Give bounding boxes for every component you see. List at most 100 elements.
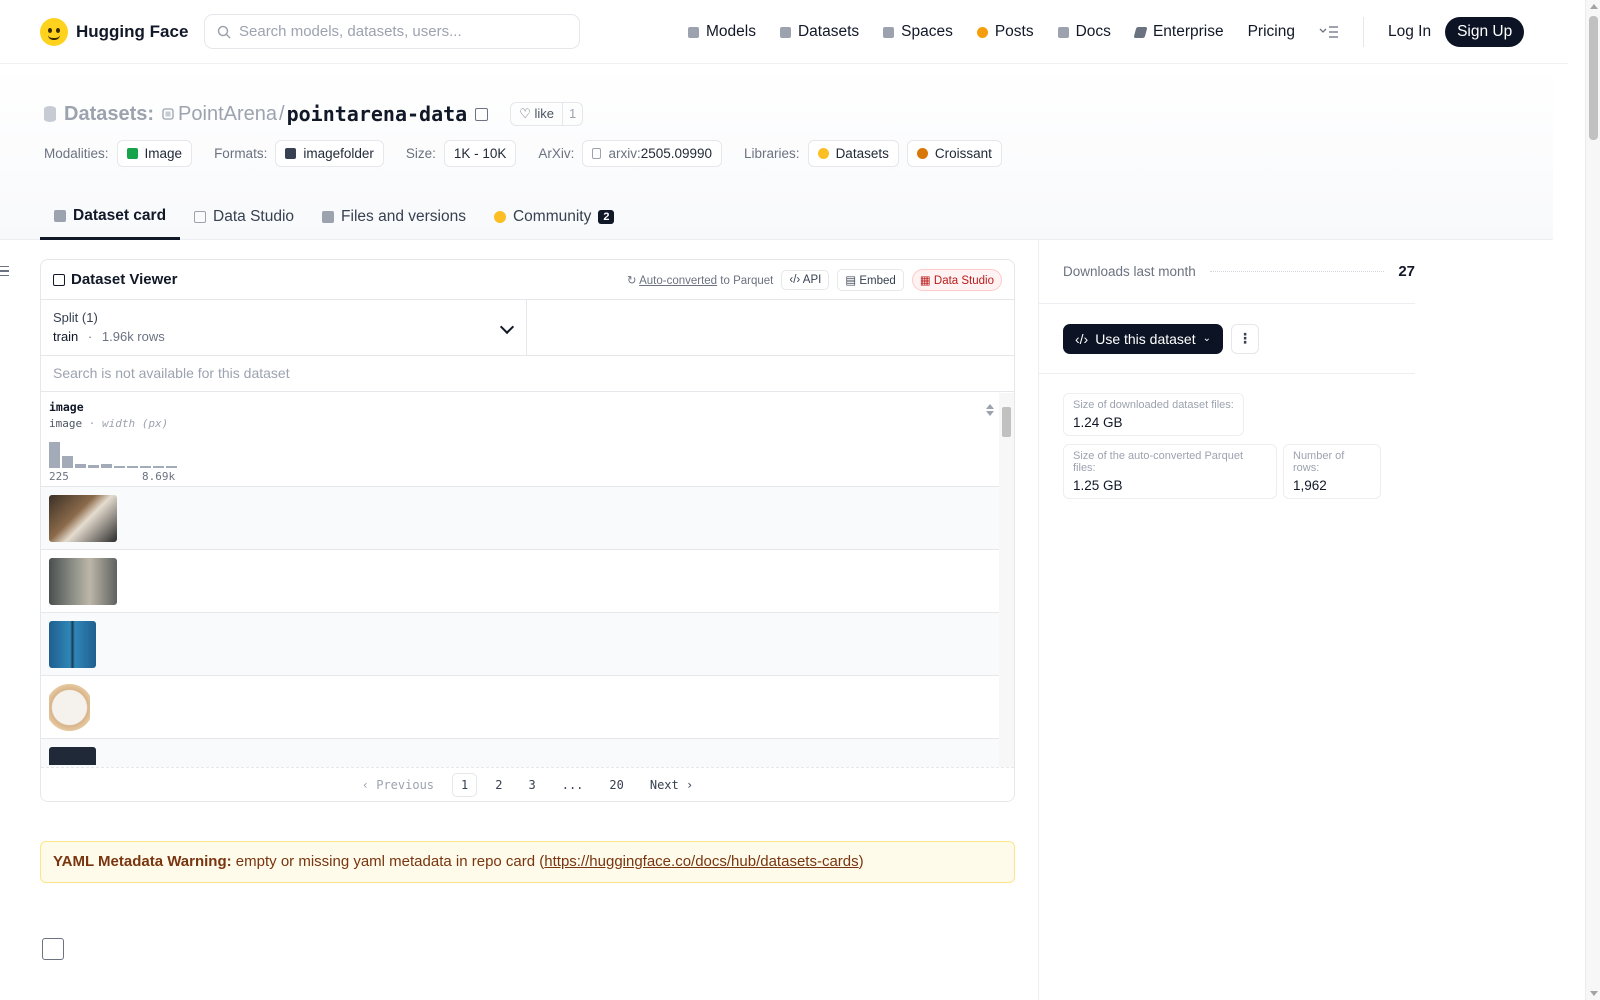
arxiv-tag[interactable]: arxiv:2505.09990: [582, 140, 723, 167]
page-3[interactable]: 3: [520, 774, 543, 796]
use-this-dataset-button[interactable]: ‹/› Use this dataset ⌄: [1063, 323, 1223, 354]
library-datasets-tag[interactable]: Datasets: [807, 140, 899, 167]
formats-label: Formats:: [214, 146, 268, 161]
previous-page-button[interactable]: ‹ Previous: [362, 778, 434, 792]
repo-owner[interactable]: PointArena: [178, 103, 277, 126]
book-icon: [1057, 26, 1069, 38]
table-row[interactable]: [41, 487, 1014, 550]
histogram-bar[interactable]: [75, 464, 86, 468]
nav-label: Docs: [1075, 23, 1111, 40]
tag-label: 1K - 10K: [453, 146, 507, 161]
nav-spaces[interactable]: Spaces: [883, 23, 953, 41]
api-button[interactable]: ‹/› API: [781, 269, 830, 290]
histogram-bar[interactable]: [49, 442, 60, 468]
row-image-thumbnail[interactable]: [49, 558, 117, 605]
histogram-bar[interactable]: [114, 466, 125, 468]
tag-label: Image: [144, 146, 183, 161]
folder-icon: [285, 148, 297, 159]
histogram-bar[interactable]: [88, 465, 99, 468]
search-input[interactable]: [239, 23, 559, 40]
width-histogram[interactable]: [49, 440, 177, 468]
viewer-header: Dataset Viewer ↻ Auto-converted to Parqu…: [41, 260, 1014, 300]
row-image-thumbnail[interactable]: [49, 495, 117, 542]
page-scrollbar[interactable]: [1585, 0, 1600, 1000]
page-20[interactable]: 20: [601, 774, 631, 796]
scroll-down-icon[interactable]: [1590, 991, 1598, 996]
table-row[interactable]: [41, 550, 1014, 613]
embed-button[interactable]: ▤ Embed: [837, 268, 904, 291]
column-type-sep: ·: [88, 417, 96, 430]
search-box[interactable]: [204, 14, 580, 49]
nav-datasets[interactable]: Datasets: [779, 23, 859, 41]
sort-icon[interactable]: [986, 404, 994, 416]
dataset-cards-link[interactable]: https://huggingface.co/docs/hub/datasets…: [544, 853, 858, 870]
row-image-thumbnail[interactable]: [49, 684, 90, 731]
table-row[interactable]: [41, 613, 1014, 676]
nav-models[interactable]: Models: [688, 23, 756, 41]
column-type-name: image: [49, 417, 83, 430]
next-page-button[interactable]: Next ›: [650, 778, 693, 792]
download-size-stat: Size of downloaded dataset files: 1.24 G…: [1063, 393, 1244, 436]
data-studio-label: Data Studio: [933, 274, 994, 287]
nav-enterprise[interactable]: Enterprise: [1133, 23, 1224, 41]
toc-toggle-icon[interactable]: [0, 266, 9, 276]
viewer-scroll-thumb[interactable]: [1002, 407, 1011, 437]
histogram-bar[interactable]: [127, 466, 138, 468]
use-button-label: Use this dataset: [1095, 330, 1196, 347]
tab-community[interactable]: Community 2: [480, 194, 629, 240]
size-tag[interactable]: 1K - 10K: [443, 140, 517, 167]
histogram-bar[interactable]: [153, 466, 164, 468]
parquet-size-stat: Size of the auto-converted Parquet files…: [1063, 444, 1277, 499]
like-button[interactable]: ♡ like 1: [510, 102, 584, 126]
top-navbar: Hugging Face Models Datasets Spaces Post…: [0, 0, 1568, 64]
signup-button[interactable]: Sign Up: [1445, 17, 1525, 47]
table-row[interactable]: [41, 676, 1014, 739]
hugging-face-icon: [40, 17, 68, 46]
tab-dataset-card[interactable]: Dataset card: [40, 194, 181, 240]
column-header-image[interactable]: image image · width (px) 225 8.69k: [41, 392, 1014, 487]
nav-posts[interactable]: Posts: [976, 23, 1034, 41]
tab-data-studio[interactable]: Data Studio: [180, 194, 308, 240]
auto-converted-link[interactable]: Auto-converted: [639, 275, 717, 287]
brand-logo[interactable]: Hugging Face: [40, 17, 188, 46]
downloads-sparkline: [1209, 271, 1385, 272]
histogram-bar[interactable]: [101, 464, 112, 468]
format-imagefolder-tag[interactable]: imagefolder: [275, 140, 384, 167]
files-icon: [322, 211, 335, 223]
data-studio-button[interactable]: ▦ Data Studio: [911, 268, 1002, 291]
repo-header: Datasets: PointArena / pointarena-data ♡…: [0, 64, 1553, 240]
hist-max-label: 8.69k: [142, 470, 176, 483]
row-image-thumbnail[interactable]: [49, 621, 96, 668]
page-2[interactable]: 2: [487, 774, 510, 796]
arxiv-id: 2505.09990: [640, 146, 713, 161]
warning-title: YAML Metadata Warning:: [53, 853, 232, 870]
library-croissant-tag[interactable]: Croissant: [906, 140, 1002, 167]
viewer-scrollbar[interactable]: [999, 393, 1014, 769]
repo-name[interactable]: pointarena-data: [287, 102, 468, 126]
column-type-detail: width (px): [102, 417, 169, 430]
row-image-thumbnail[interactable]: [49, 747, 96, 765]
copy-icon[interactable]: [475, 107, 489, 121]
histogram-bar[interactable]: [166, 466, 177, 468]
org-icon: [162, 108, 174, 120]
nav-pricing[interactable]: Pricing: [1248, 23, 1295, 41]
menu-icon[interactable]: [1319, 25, 1339, 39]
scroll-thumb[interactable]: [1589, 16, 1598, 140]
split-dot: ·: [87, 329, 93, 344]
scroll-up-icon[interactable]: [1590, 4, 1598, 9]
main-nav: Models Datasets Spaces Posts Docs Enterp…: [688, 0, 1525, 64]
login-link[interactable]: Log In: [1388, 23, 1431, 41]
histogram-bar[interactable]: [62, 456, 73, 468]
auto-converted-note: ↻ Auto-converted to Parquet: [626, 274, 774, 287]
enterprise-icon: [1133, 26, 1148, 38]
page-ellipsis: ...: [561, 777, 584, 792]
modality-image-tag[interactable]: Image: [116, 140, 193, 167]
repo-kind[interactable]: Datasets:: [64, 103, 154, 126]
nav-docs[interactable]: Docs: [1057, 23, 1111, 41]
tab-files[interactable]: Files and versions: [308, 194, 480, 240]
split-select[interactable]: Split (1) train · 1.96k rows: [41, 300, 527, 355]
more-options-button[interactable]: ⋮: [1231, 323, 1259, 354]
histogram-bar[interactable]: [140, 466, 151, 468]
tab-label: Files and versions: [341, 208, 466, 225]
page-1[interactable]: 1: [452, 772, 478, 797]
